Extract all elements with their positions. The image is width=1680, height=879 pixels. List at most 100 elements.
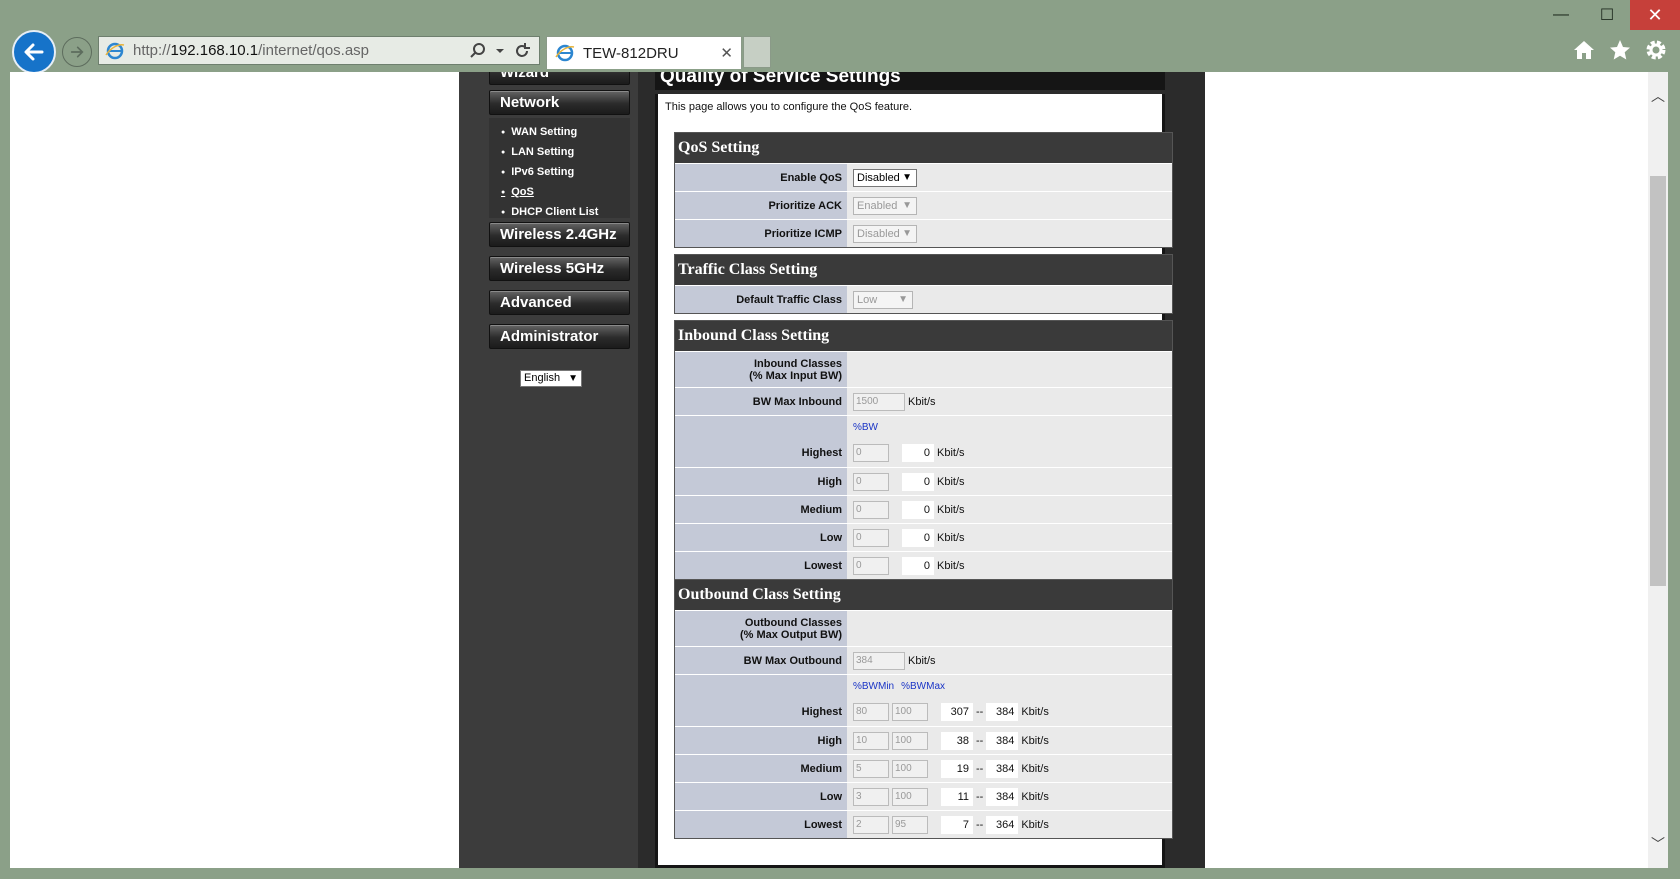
chevron-down-icon[interactable]: ﹀ — [1648, 832, 1668, 856]
field-label: High — [675, 727, 847, 754]
outbound-min-input[interactable]: 10 — [853, 731, 889, 750]
minimize-button[interactable]: — — [1538, 0, 1584, 30]
unit-label: Kbit/s — [1021, 790, 1049, 803]
sidebar-item-qos[interactable]: QoS — [501, 182, 630, 202]
address-bar[interactable]: http://192.168.10.1/internet/qos.asp — [98, 36, 540, 65]
table-row: Highest 0 0 Kbit/s — [675, 439, 1172, 467]
table-row: Medium 5 100 19 -- 384 Kbit/s — [675, 754, 1172, 782]
menu-wizard[interactable]: Wizard — [489, 72, 630, 85]
inbound-pct-input[interactable]: 0 — [853, 500, 889, 519]
chevron-down-icon[interactable] — [495, 46, 505, 56]
field-label: High — [675, 468, 847, 495]
outbound-kmax-value: 384 — [986, 731, 1019, 750]
outbound-min-input[interactable]: 2 — [853, 815, 889, 834]
outbound-max-input[interactable]: 100 — [892, 759, 928, 778]
back-button[interactable] — [12, 30, 56, 74]
refresh-icon[interactable] — [513, 42, 531, 60]
table-row: Lowest 2 95 7 -- 364 Kbit/s — [675, 810, 1172, 838]
chevron-down-icon: ▼ — [902, 199, 912, 211]
outbound-min-input[interactable]: 3 — [853, 787, 889, 806]
inbound-pct-input[interactable]: 0 — [853, 444, 889, 462]
outbound-max-input[interactable]: 100 — [892, 731, 928, 750]
outbound-kmin-value: 38 — [941, 731, 973, 750]
row-values: 5 100 19 -- 384 Kbit/s — [847, 755, 1172, 782]
row-values: 0 0 Kbit/s — [847, 496, 1172, 523]
inbound-pct-input[interactable]: 0 — [853, 528, 889, 547]
field-label — [675, 675, 847, 698]
sidebar-item-ipv6[interactable]: IPv6 Setting — [501, 162, 630, 182]
enable-qos-select[interactable]: Disabled ▼ — [853, 168, 917, 187]
bw-max-outbound-input[interactable]: 384 — [853, 651, 905, 670]
outbound-max-input[interactable]: 95 — [892, 815, 928, 834]
field-label: Low — [675, 783, 847, 810]
page-viewport: Wizard Network WAN Setting LAN Setting I… — [10, 72, 1648, 868]
sidebar-item-lan[interactable]: LAN Setting — [501, 142, 630, 162]
range-separator: -- — [976, 762, 984, 775]
gear-icon[interactable] — [1644, 38, 1668, 62]
chevron-down-icon: ▼ — [568, 373, 578, 384]
table-row: Low 3 100 11 -- 384 Kbit/s — [675, 782, 1172, 810]
outbound-classes-row: Outbound Classes (% Max Output BW) — [675, 610, 1172, 646]
sidebar: Wizard Network WAN Setting LAN Setting I… — [459, 72, 638, 868]
menu-network[interactable]: Network — [489, 90, 630, 115]
outbound-kmax-value: 364 — [986, 815, 1019, 834]
bw-max-inbound-input[interactable]: 1500 — [853, 392, 905, 411]
outbound-kmax-value: 384 — [986, 787, 1019, 806]
outbound-kmax-value: 384 — [986, 759, 1019, 778]
close-window-button[interactable]: ✕ — [1630, 0, 1680, 30]
table-row: Medium 0 0 Kbit/s — [675, 495, 1172, 523]
forward-button[interactable] — [62, 37, 92, 67]
prioritize-ack-select[interactable]: Enabled ▼ — [853, 196, 917, 215]
field-label: Low — [675, 524, 847, 551]
new-tab-button[interactable] — [743, 36, 771, 68]
url-text[interactable]: http://192.168.10.1/internet/qos.asp — [133, 42, 469, 59]
field-label: Prioritize ACK — [675, 192, 847, 219]
tab-tew-812dru[interactable]: TEW-812DRU ✕ — [546, 36, 742, 69]
maximize-button[interactable]: ☐ — [1584, 0, 1630, 30]
col-bw-header: %BW — [853, 422, 878, 433]
select-value: Low — [857, 293, 878, 306]
star-icon[interactable] — [1608, 38, 1632, 62]
inbound-pct-input[interactable]: 0 — [853, 472, 889, 491]
field-label: BW Max Inbound — [675, 388, 847, 415]
outbound-max-input[interactable]: 100 — [892, 703, 928, 721]
menu-wireless-5[interactable]: Wireless 5GHz — [489, 256, 630, 281]
field-label: Outbound Classes (% Max Output BW) — [675, 611, 847, 646]
range-separator: -- — [976, 706, 984, 718]
chevron-down-icon: ▼ — [898, 293, 908, 305]
scrollbar-thumb[interactable] — [1650, 176, 1666, 586]
row-values: 0 0 Kbit/s — [847, 468, 1172, 495]
outbound-kmin-value: 19 — [941, 759, 973, 778]
prioritize-icmp-select[interactable]: Disabled ▼ — [853, 224, 917, 243]
chevron-up-icon[interactable]: ︿ — [1648, 84, 1668, 108]
outbound-min-input[interactable]: 5 — [853, 759, 889, 778]
prioritize-icmp-row: Prioritize ICMP Disabled ▼ — [675, 219, 1172, 247]
row-values: 80 100 307 -- 384 Kbit/s — [847, 698, 1172, 726]
field-label: BW Max Outbound — [675, 647, 847, 674]
menu-wireless-24[interactable]: Wireless 2.4GHz — [489, 222, 630, 247]
address-tools — [469, 42, 539, 60]
sidebar-item-dhcp-client-list[interactable]: DHCP Client List — [501, 202, 630, 222]
default-traffic-class-select[interactable]: Low ▼ — [853, 290, 913, 309]
field-label: Highest — [675, 698, 847, 726]
qos-setting-section: QoS Setting Enable QoS Disabled ▼ Priorit… — [674, 132, 1173, 248]
ie-tab-icon — [555, 44, 575, 62]
search-icon[interactable] — [469, 42, 487, 60]
inbound-header-row: %BW — [675, 415, 1172, 439]
chevron-down-icon: ▼ — [902, 227, 912, 239]
field-label: Enable QoS — [675, 164, 847, 191]
window-controls: — ☐ ✕ — [1538, 0, 1680, 30]
home-icon[interactable] — [1572, 38, 1596, 62]
inbound-pct-input[interactable]: 0 — [853, 556, 889, 575]
menu-administrator[interactable]: Administrator — [489, 324, 630, 349]
outbound-max-input[interactable]: 100 — [892, 787, 928, 806]
outbound-rows: Highest 80 100 307 -- 384 Kbit/s High 10 100 38 -- 3… — [675, 698, 1172, 838]
unit-label: Kbit/s — [937, 475, 965, 488]
language-select[interactable]: English ▼ — [520, 370, 582, 387]
close-tab-icon[interactable]: ✕ — [720, 44, 733, 62]
sidebar-item-wan[interactable]: WAN Setting — [501, 122, 630, 142]
vertical-scrollbar[interactable]: ︿ ﹀ — [1648, 72, 1668, 868]
menu-advanced[interactable]: Advanced — [489, 290, 630, 315]
section-title: Outbound Class Setting — [675, 580, 1172, 610]
outbound-min-input[interactable]: 80 — [853, 703, 889, 721]
